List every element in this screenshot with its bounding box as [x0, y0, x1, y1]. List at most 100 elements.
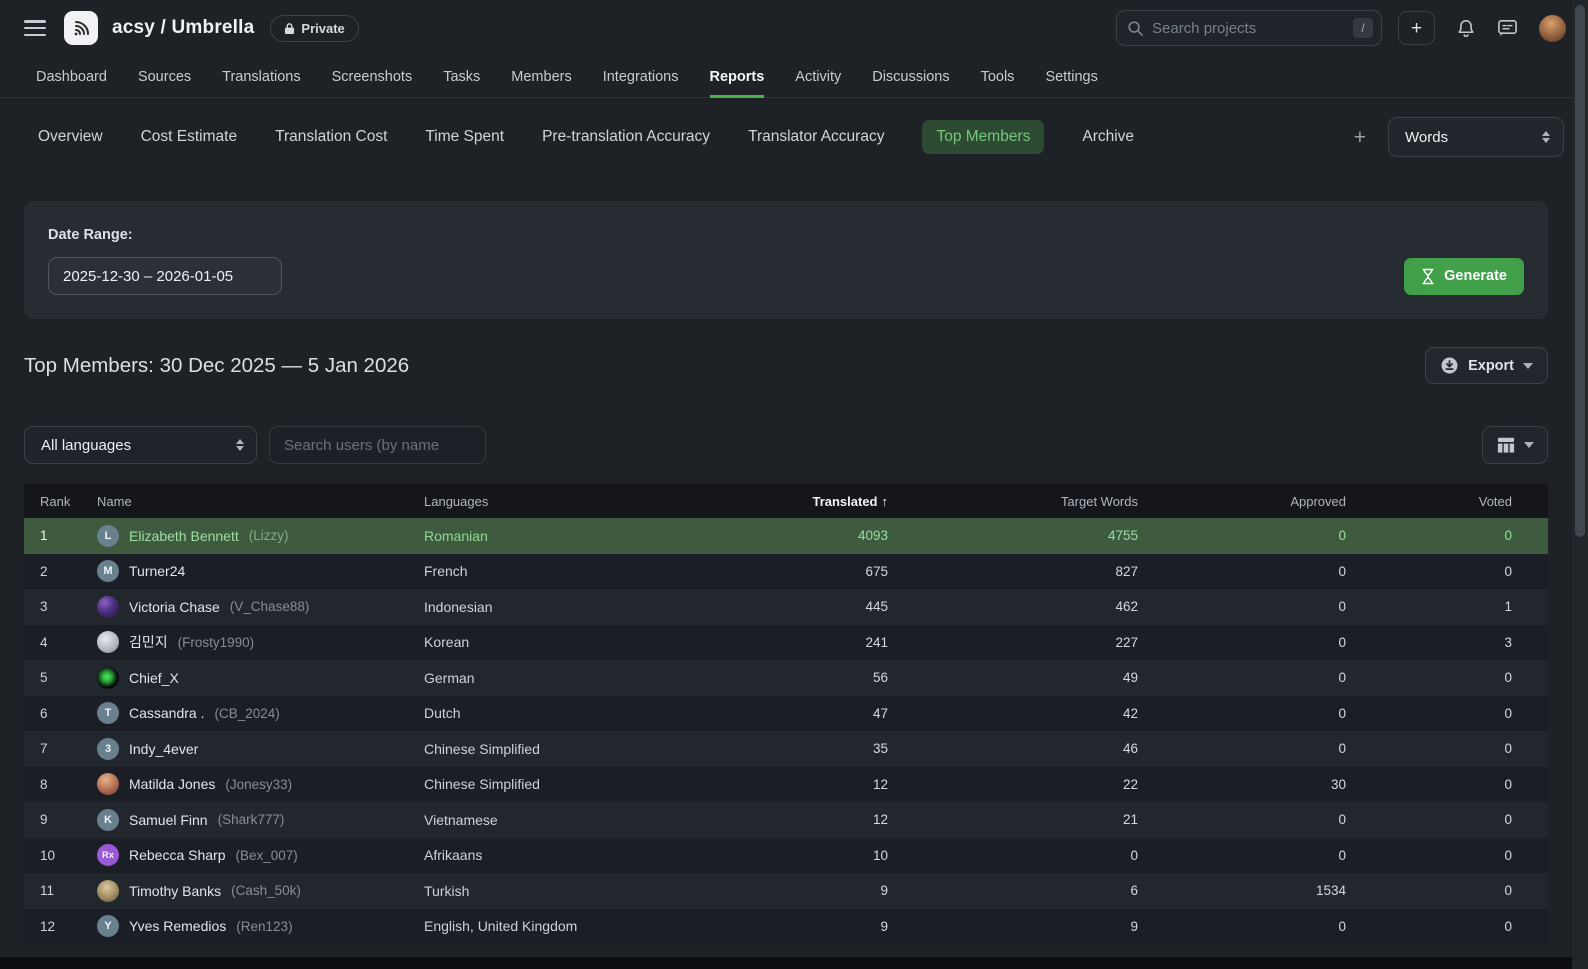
member-name[interactable]: Yves Remedios [129, 918, 226, 934]
unit-select[interactable]: Words [1388, 117, 1564, 157]
messages-button[interactable] [1497, 18, 1518, 38]
table-row[interactable]: 5 Chief_X German 56 49 0 0 [24, 660, 1548, 696]
member-avatar [97, 773, 119, 795]
target-words-cell: 49 [924, 670, 1174, 685]
nav-tab-settings[interactable]: Settings [1045, 56, 1097, 98]
table-row[interactable]: 4 김민지 (Frosty1990) Korean 241 227 0 3 [24, 625, 1548, 661]
nav-tab-sources[interactable]: Sources [138, 56, 191, 98]
page-scrollbar[interactable] [1572, 0, 1588, 969]
voted-cell: 0 [1382, 741, 1548, 756]
nav-tab-activity[interactable]: Activity [795, 56, 841, 98]
member-name[interactable]: Elizabeth Bennett [129, 528, 239, 544]
search-shortcut-badge: / [1353, 18, 1373, 38]
translated-cell: 9 [764, 919, 924, 934]
report-tab-cost-estimate[interactable]: Cost Estimate [141, 128, 237, 146]
member-name[interactable]: Cassandra . [129, 705, 204, 721]
search-input[interactable] [1152, 20, 1345, 37]
nav-tab-translations[interactable]: Translations [222, 56, 300, 98]
member-name[interactable]: Chief_X [129, 670, 179, 686]
report-tab-top-members[interactable]: Top Members [922, 120, 1044, 154]
nav-tab-integrations[interactable]: Integrations [603, 56, 679, 98]
rank-cell: 9 [24, 812, 97, 827]
nav-tab-reports[interactable]: Reports [710, 56, 765, 98]
member-name[interactable]: Indy_4ever [129, 741, 198, 757]
app-logo[interactable] [64, 11, 98, 45]
table-row[interactable]: 11 Timothy Banks (Cash_50k) Turkish 9 6 … [24, 873, 1548, 909]
scrollbar-thumb[interactable] [1575, 5, 1585, 537]
column-header-target-words[interactable]: Target Words [924, 494, 1174, 509]
report-tab-overview[interactable]: Overview [38, 128, 103, 146]
nav-tab-members[interactable]: Members [511, 56, 571, 98]
table-row[interactable]: 8 Matilda Jones (Jonesy33) Chinese Simpl… [24, 767, 1548, 803]
rank-cell: 3 [24, 599, 97, 614]
add-report-button[interactable]: + [1354, 127, 1366, 148]
hamburger-icon[interactable] [24, 20, 46, 36]
user-avatar[interactable] [1539, 15, 1566, 42]
approved-cell: 0 [1174, 599, 1382, 614]
target-words-cell: 21 [924, 812, 1174, 827]
member-name[interactable]: Rebecca Sharp [129, 847, 226, 863]
report-tab-translation-cost[interactable]: Translation Cost [275, 128, 387, 146]
table-row[interactable]: 6 T Cassandra . (CB_2024) Dutch 47 42 0 … [24, 696, 1548, 732]
up-down-arrows-icon [1542, 131, 1550, 143]
export-button[interactable]: Export [1425, 347, 1548, 384]
nav-tab-tasks[interactable]: Tasks [443, 56, 480, 98]
table-row[interactable]: 9 K Samuel Finn (Shark777) Vietnamese 12… [24, 802, 1548, 838]
member-name[interactable]: Matilda Jones [129, 776, 215, 792]
column-header-rank[interactable]: Rank [24, 494, 97, 509]
table-row[interactable]: 3 Victoria Chase (V_Chase88) Indonesian … [24, 589, 1548, 625]
nav-tab-tools[interactable]: Tools [981, 56, 1015, 98]
member-avatar: L [97, 525, 119, 547]
member-username: (Frosty1990) [178, 635, 255, 650]
translated-cell: 445 [764, 599, 924, 614]
report-tab-translator-accuracy[interactable]: Translator Accuracy [748, 128, 884, 146]
column-header-name[interactable]: Name [97, 494, 424, 509]
table-row[interactable]: 1 L Elizabeth Bennett (Lizzy) Romanian 4… [24, 518, 1548, 554]
languages-cell: Vietnamese [424, 812, 764, 828]
member-username: (CB_2024) [214, 706, 279, 721]
translated-cell: 56 [764, 670, 924, 685]
nav-tab-screenshots[interactable]: Screenshots [332, 56, 413, 98]
target-words-cell: 6 [924, 883, 1174, 898]
export-button-label: Export [1468, 358, 1514, 374]
table-row[interactable]: 12 Y Yves Remedios (Ren123) English, Uni… [24, 909, 1548, 945]
column-header-translated[interactable]: Translated↑ [764, 494, 924, 509]
column-header-approved[interactable]: Approved [1174, 494, 1382, 509]
project-search[interactable]: / [1116, 10, 1382, 46]
search-icon [1127, 20, 1144, 37]
unit-select-value: Words [1405, 129, 1542, 146]
member-name[interactable]: Victoria Chase [129, 599, 220, 615]
report-tab-archive[interactable]: Archive [1082, 128, 1134, 146]
member-name[interactable]: 김민지 [129, 632, 168, 652]
voted-cell: 0 [1382, 777, 1548, 792]
column-header-languages[interactable]: Languages [424, 494, 764, 509]
filter-row: All languages [24, 426, 1548, 464]
table-row[interactable]: 10 Rx Rebecca Sharp (Bex_007) Afrikaans … [24, 838, 1548, 874]
voted-cell: 1 [1382, 599, 1548, 614]
notifications-button[interactable] [1456, 18, 1476, 39]
languages-cell: English, United Kingdom [424, 918, 764, 934]
create-project-button[interactable]: + [1398, 11, 1435, 45]
languages-cell: Turkish [424, 883, 764, 899]
nav-tab-discussions[interactable]: Discussions [872, 56, 949, 98]
member-name[interactable]: Turner24 [129, 563, 185, 579]
table-row[interactable]: 2 M Turner24 French 675 827 0 0 [24, 554, 1548, 590]
member-name[interactable]: Timothy Banks [129, 883, 221, 899]
date-range-input[interactable] [48, 257, 282, 295]
languages-cell: Afrikaans [424, 847, 764, 863]
language-filter-select[interactable]: All languages [24, 426, 257, 464]
sort-ascending-arrow-icon: ↑ [882, 494, 889, 509]
user-search-input[interactable] [269, 426, 486, 464]
approved-cell: 0 [1174, 919, 1382, 934]
languages-cell: Dutch [424, 705, 764, 721]
report-tab-pre-translation-accuracy[interactable]: Pre-translation Accuracy [542, 128, 710, 146]
report-tab-time-spent[interactable]: Time Spent [425, 128, 504, 146]
columns-settings-button[interactable] [1482, 426, 1548, 464]
table-row[interactable]: 7 3 Indy_4ever Chinese Simplified 35 46 … [24, 731, 1548, 767]
column-header-voted[interactable]: Voted [1382, 494, 1548, 509]
member-name[interactable]: Samuel Finn [129, 812, 208, 828]
generate-button[interactable]: Generate [1404, 258, 1524, 295]
nav-tab-dashboard[interactable]: Dashboard [36, 56, 107, 98]
translated-cell: 12 [764, 812, 924, 827]
generate-button-label: Generate [1444, 268, 1507, 284]
